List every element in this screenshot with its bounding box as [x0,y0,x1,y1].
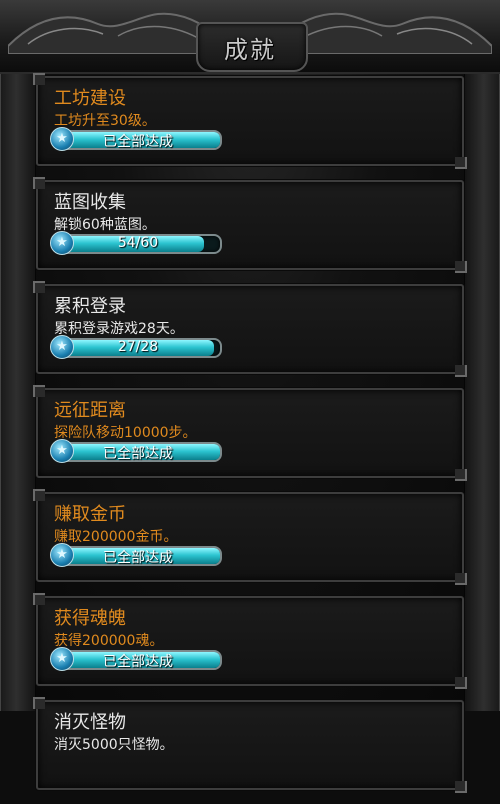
progress-text: 27/28 [117,339,159,355]
achievement-description: 消灭5000只怪物。 [54,737,174,753]
achievement-description: 解锁60种蓝图。 [54,217,156,233]
achievement-description: 赚取200000金币。 [54,529,178,545]
achievement-card[interactable]: 远征距离探险队移动10000步。已全部达成 ★ [33,385,467,481]
achievement-description: 累积登录游戏28天。 [54,321,184,337]
achievement-title: 获得魂魄 [54,608,126,629]
achievement-card[interactable]: 赚取金币赚取200000金币。已全部达成 ★ [33,489,467,585]
star-icon: ★ [50,335,74,359]
achievement-card[interactable]: 消灭怪物消灭5000只怪物。 [33,697,467,793]
header-bar: 成就 [0,0,500,74]
achievement-description: 探险队移动10000步。 [54,425,197,441]
achievement-title: 消灭怪物 [54,712,126,733]
achievement-card[interactable]: 获得魂魄获得200000魂。已全部达成 ★ [33,593,467,689]
achievement-title: 工坊建设 [54,88,126,109]
frame-right-border [464,60,500,711]
frame-left-border [0,60,36,711]
progress-text: 54/60 [117,235,159,251]
progress-bar: 已全部达成 ★ [50,543,222,567]
progress-bar: 已全部达成 ★ [50,439,222,463]
progress-text: 已全部达成 [103,446,173,462]
achievement-list[interactable]: 工坊建设 工坊升至30级。 已全部达成 ★ 蓝图收集 解锁60种蓝图。 54/60 ★ 累积登录… [33,73,467,804]
star-icon: ★ [50,543,74,567]
achievement-title: 蓝图收集 [54,192,126,213]
star-icon: ★ [50,647,74,671]
page-title: 成就 [224,36,276,64]
progress-bar: 已全部达成 ★ [50,647,222,671]
progress-bar: 已全部达成 ★ [50,127,222,151]
progress-bar: 27/28 ★ [50,335,222,359]
star-icon: ★ [50,231,74,255]
achievement-card[interactable]: 累积登录累积登录游戏28天。 27/28 ★ [33,281,467,377]
achievement-title: 累积登录 [54,296,126,317]
achievement-description: 获得200000魂。 [54,633,164,649]
achievement-description: 工坊升至30级。 [54,113,156,129]
star-icon: ★ [50,127,74,151]
achievement-title: 赚取金币 [54,504,126,525]
progress-text: 已全部达成 [103,134,173,150]
progress-text: 已全部达成 [103,550,173,566]
achievement-card[interactable]: 蓝图收集解锁60种蓝图。 54/60 ★ [33,177,467,273]
progress-text: 已全部达成 [103,654,173,670]
achievement-card[interactable]: 工坊建设工坊升至30级。已全部达成 ★ [33,73,467,169]
achievement-title: 远征距离 [54,400,126,421]
star-icon: ★ [50,439,74,463]
progress-bar: 54/60 ★ [50,231,222,255]
